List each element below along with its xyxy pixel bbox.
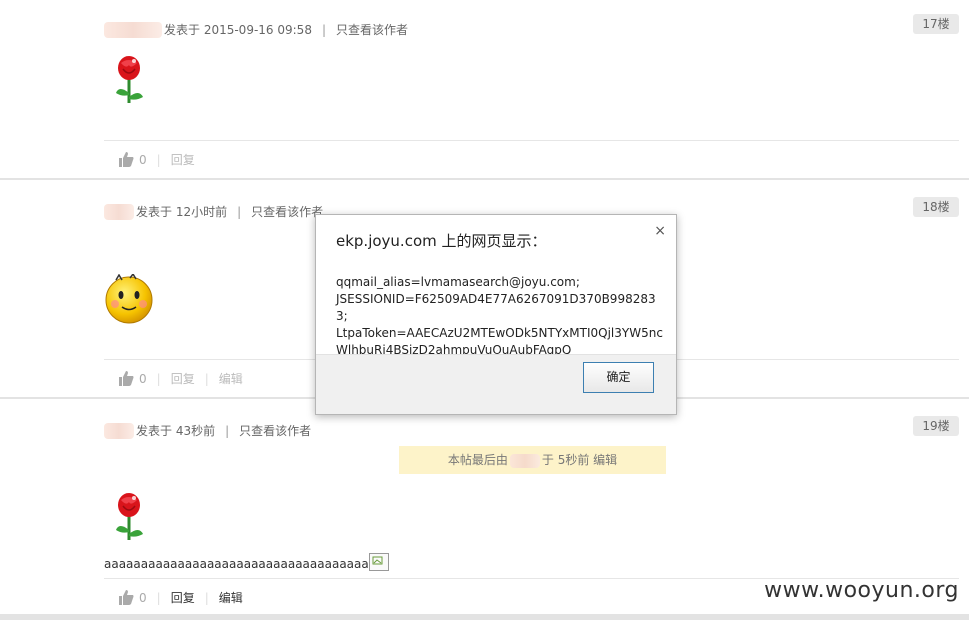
floor-badge: 17楼 xyxy=(913,14,959,34)
separator: | xyxy=(237,204,242,219)
post-divider xyxy=(0,178,969,180)
watermark: www.wooyun.org xyxy=(764,578,959,603)
separator: | xyxy=(321,22,326,37)
bottom-divider xyxy=(0,614,969,620)
only-author-link[interactable]: 只查看该作者 xyxy=(336,21,408,38)
floor-badge: 19楼 xyxy=(913,416,959,436)
reply-button[interactable]: 回复 xyxy=(171,151,195,168)
rose-emoticon-icon xyxy=(112,55,146,105)
separator: | xyxy=(204,371,209,386)
thumbs-up-icon[interactable] xyxy=(118,371,134,386)
post-17-meta: 发表于 2015-09-16 09:58 | 只查看该作者 xyxy=(104,21,408,38)
dialog-title: ekp.joyu.com 上的网页显示： xyxy=(336,232,547,250)
post-time: 发表于 43秒前 xyxy=(136,424,216,438)
floor-badge: 18楼 xyxy=(913,197,959,217)
thumbs-up-icon[interactable] xyxy=(118,152,134,167)
edit-button[interactable]: 编辑 xyxy=(219,370,243,387)
dialog-message-line: JSESSIONID=F62509AD4E77A6267091D370B9982… xyxy=(336,292,656,323)
rose-emoticon-icon xyxy=(112,492,146,542)
like-count: 0 xyxy=(139,371,147,386)
broken-image-icon xyxy=(368,553,389,571)
separator: | xyxy=(225,423,230,438)
dialog-message-line: qqmail_alias=lvmamasearch@joyu.com; xyxy=(336,275,580,289)
only-author-link[interactable]: 只查看该作者 xyxy=(239,422,311,439)
reply-button[interactable]: 回复 xyxy=(171,589,195,606)
alert-dialog: ekp.joyu.com 上的网页显示： × qqmail_alias=lvma… xyxy=(315,214,677,415)
edited-note-suffix: 于 5秒前 编辑 xyxy=(541,453,618,467)
close-icon[interactable]: × xyxy=(654,223,666,239)
post-19-meta: 发表于 43秒前 | 只查看该作者 xyxy=(104,422,311,439)
author-name-blurred[interactable] xyxy=(104,21,162,38)
editor-name-blurred xyxy=(509,453,540,468)
only-author-link[interactable]: 只查看该作者 xyxy=(251,203,323,220)
post-time: 发表于 12小时前 xyxy=(136,205,228,219)
ok-button[interactable]: 确定 xyxy=(583,362,654,393)
separator: | xyxy=(156,371,161,386)
author-name-blurred[interactable] xyxy=(104,203,134,220)
separator: | xyxy=(156,152,161,167)
separator: | xyxy=(204,590,209,605)
post-18-meta: 发表于 12小时前 | 只查看该作者 xyxy=(104,203,323,220)
edited-note-prefix: 本帖最后由 xyxy=(447,453,508,467)
author-name-blurred[interactable] xyxy=(104,422,134,439)
smiley-emoticon-icon xyxy=(104,272,154,324)
edited-note: 本帖最后由 于 5秒前 编辑 xyxy=(399,446,666,474)
separator: | xyxy=(156,590,161,605)
post-17-actions: 0 | 回复 xyxy=(104,140,959,178)
like-count: 0 xyxy=(139,152,147,167)
post-body-text: aaaaaaaaaaaaaaaaaaaaaaaaaaaaaaaaaaaa xyxy=(104,553,389,571)
thumbs-up-icon[interactable] xyxy=(118,590,134,605)
like-count: 0 xyxy=(139,590,147,605)
post-time: 发表于 2015-09-16 09:58 xyxy=(164,23,312,37)
post-body-content: aaaaaaaaaaaaaaaaaaaaaaaaaaaaaaaaaaaa xyxy=(104,557,369,571)
dialog-message: qqmail_alias=lvmamasearch@joyu.com; JSES… xyxy=(336,274,666,359)
edit-button[interactable]: 编辑 xyxy=(219,589,243,606)
reply-button[interactable]: 回复 xyxy=(171,370,195,387)
